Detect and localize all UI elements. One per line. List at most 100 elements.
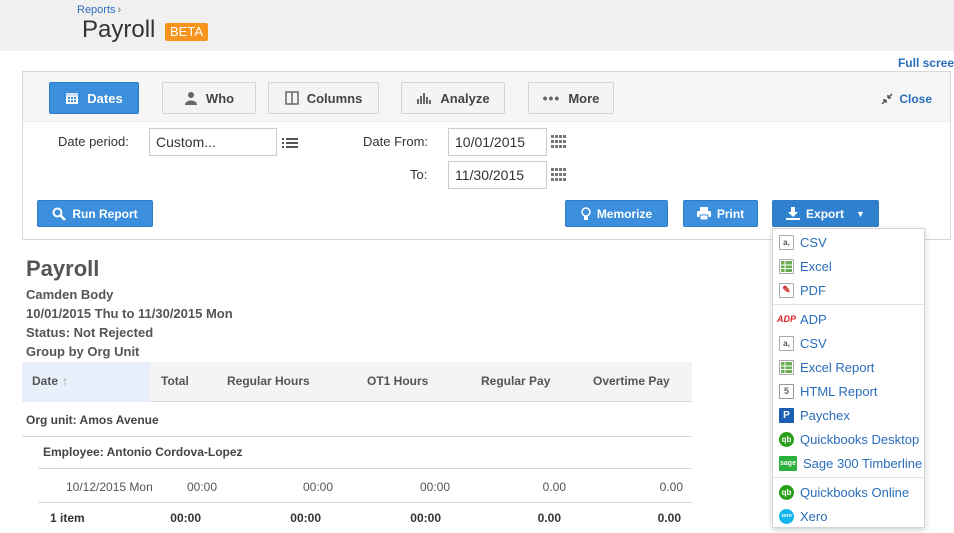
group-org-unit: Org unit: Amos Avenue	[26, 413, 159, 427]
tab-more-label: More	[568, 90, 600, 106]
table-cell-regular-pay: 0.00	[542, 480, 566, 494]
top-bar: Reports › Payroll BETA	[0, 0, 954, 51]
export-menu-item-label: PDF	[800, 282, 826, 298]
table-cell-total: 00:00	[186, 480, 217, 494]
tab-analyze-label: Analyze	[440, 90, 490, 106]
tab-columns[interactable]: Columns	[268, 82, 379, 114]
beta-badge: BETA	[165, 23, 208, 41]
report-company: Camden Body	[26, 287, 114, 302]
export-menu-item-label: ADP	[800, 311, 827, 327]
options-tab-bar: Dates Who Columns Analyze ••• More Close	[23, 72, 950, 122]
export-menu-item-label: Sage 300 Timberline	[803, 455, 923, 471]
export-menu-item-html-report[interactable]: 5 HTML Report	[773, 380, 924, 402]
export-menu: a, CSV Excel ✎ PDF ADP ADP a, CSV Excel …	[772, 228, 925, 528]
row-divider	[38, 468, 692, 469]
export-menu-item-label: Quickbooks Online	[800, 484, 910, 500]
tab-dates[interactable]: Dates	[49, 82, 139, 114]
column-header-ot1-hours[interactable]: OT1 Hours	[367, 374, 428, 388]
summary-ot1-hours: 00:00	[410, 511, 441, 525]
csv-file-icon: a,	[779, 234, 794, 250]
fullscreen-link[interactable]: Full scree	[898, 56, 954, 70]
date-from-label: Date From:	[363, 134, 429, 149]
export-menu-item-sage[interactable]: sage Sage 300 Timberline	[773, 452, 924, 474]
xero-logo-icon: xero	[779, 508, 794, 524]
lightbulb-icon	[581, 206, 591, 220]
excel-file-icon	[779, 258, 794, 274]
sage-logo-icon: sage	[779, 455, 797, 471]
column-header-total[interactable]: Total	[161, 374, 189, 388]
date-from-input[interactable]	[448, 128, 547, 156]
table-cell-regular-hours: 00:00	[302, 480, 333, 494]
export-menu-item-adp[interactable]: ADP ADP	[773, 308, 924, 330]
pdf-file-icon: ✎	[779, 282, 794, 298]
export-menu-item-label: Excel Report	[800, 359, 875, 375]
table-cell-date: 10/12/2015 Mon	[66, 480, 153, 494]
search-icon	[52, 207, 67, 221]
adp-logo-icon: ADP	[777, 314, 797, 324]
date-period-input[interactable]	[149, 128, 277, 156]
column-header-regular-hours[interactable]: Regular Hours	[227, 374, 310, 388]
memorize-button[interactable]: Memorize	[565, 200, 668, 227]
column-header-regular-pay[interactable]: Regular Pay	[481, 374, 550, 388]
list-icon[interactable]	[282, 137, 298, 149]
summary-regular-hours: 00:00	[290, 511, 321, 525]
printer-icon	[696, 207, 711, 220]
export-menu-item-csv[interactable]: a, CSV	[773, 231, 924, 253]
column-header-label: Date	[32, 374, 59, 388]
tab-analyze[interactable]: Analyze	[401, 82, 505, 114]
export-menu-item-csv-2[interactable]: a, CSV	[773, 332, 924, 354]
column-header-overtime-pay[interactable]: Overtime Pay	[593, 374, 670, 388]
breadcrumb[interactable]: Reports ›	[77, 4, 121, 16]
summary-overtime-pay: 0.00	[657, 511, 681, 525]
date-to-label: To:	[410, 167, 428, 182]
tab-more[interactable]: ••• More	[528, 82, 614, 114]
column-header-date[interactable]: Date ↑	[32, 374, 68, 388]
export-menu-item-xero[interactable]: xero Xero	[773, 505, 924, 527]
person-icon	[184, 92, 197, 105]
export-menu-item-label: Xero	[800, 508, 828, 524]
date-period-label: Date period:	[58, 134, 129, 149]
print-label: Print	[716, 206, 745, 221]
html5-icon: 5	[779, 383, 794, 399]
report-status: Status: Not Rejected	[26, 325, 154, 340]
export-menu-item-quickbooks-desktop[interactable]: qb Quickbooks Desktop	[773, 428, 924, 450]
dots-icon: •••	[542, 90, 561, 106]
run-report-label: Run Report	[72, 206, 138, 221]
export-menu-item-paychex[interactable]: P Paychex	[773, 404, 924, 426]
export-button[interactable]: Export ▼	[772, 200, 879, 227]
quickbooks-logo-icon: qb	[779, 431, 794, 447]
export-menu-item-label: HTML Report	[800, 383, 878, 399]
export-menu-item-pdf[interactable]: ✎ PDF	[773, 279, 924, 301]
page-title: Payroll	[82, 16, 156, 43]
report-group-by: Group by Org Unit	[26, 344, 140, 359]
summary-count: 1 item	[50, 511, 85, 525]
memorize-label: Memorize	[596, 206, 653, 221]
row-divider	[38, 502, 692, 503]
collapse-icon	[881, 93, 893, 105]
report-options-panel: Dates Who Columns Analyze ••• More Close…	[22, 71, 951, 240]
tab-who[interactable]: Who	[162, 82, 256, 114]
export-menu-item-excel-report[interactable]: Excel Report	[773, 356, 924, 378]
print-button[interactable]: Print	[683, 200, 758, 227]
tab-dates-label: Dates	[87, 90, 123, 106]
date-to-input[interactable]	[448, 161, 547, 189]
calendar-picker-icon[interactable]	[551, 168, 567, 182]
caret-down-icon: ▼	[856, 208, 865, 219]
group-employee: Employee: Antonio Cordova-Lopez	[43, 445, 243, 459]
download-icon	[786, 207, 801, 220]
export-menu-item-quickbooks-online[interactable]: qb Quickbooks Online	[773, 481, 924, 503]
export-menu-item-excel[interactable]: Excel	[773, 255, 924, 277]
row-divider	[22, 436, 692, 437]
breadcrumb-reports[interactable]: Reports	[77, 4, 116, 16]
run-report-button[interactable]: Run Report	[37, 200, 153, 227]
calendar-icon	[66, 93, 79, 104]
report-title: Payroll	[26, 256, 100, 281]
close-button[interactable]: Close	[881, 92, 932, 106]
export-menu-item-label: Paychex	[800, 407, 850, 423]
bar-chart-icon	[417, 93, 432, 104]
export-menu-item-label: CSV	[800, 335, 827, 351]
sort-up-icon: ↑	[62, 374, 69, 388]
export-menu-item-label: Excel	[800, 258, 832, 274]
close-label: Close	[899, 92, 932, 106]
calendar-picker-icon[interactable]	[551, 135, 567, 149]
